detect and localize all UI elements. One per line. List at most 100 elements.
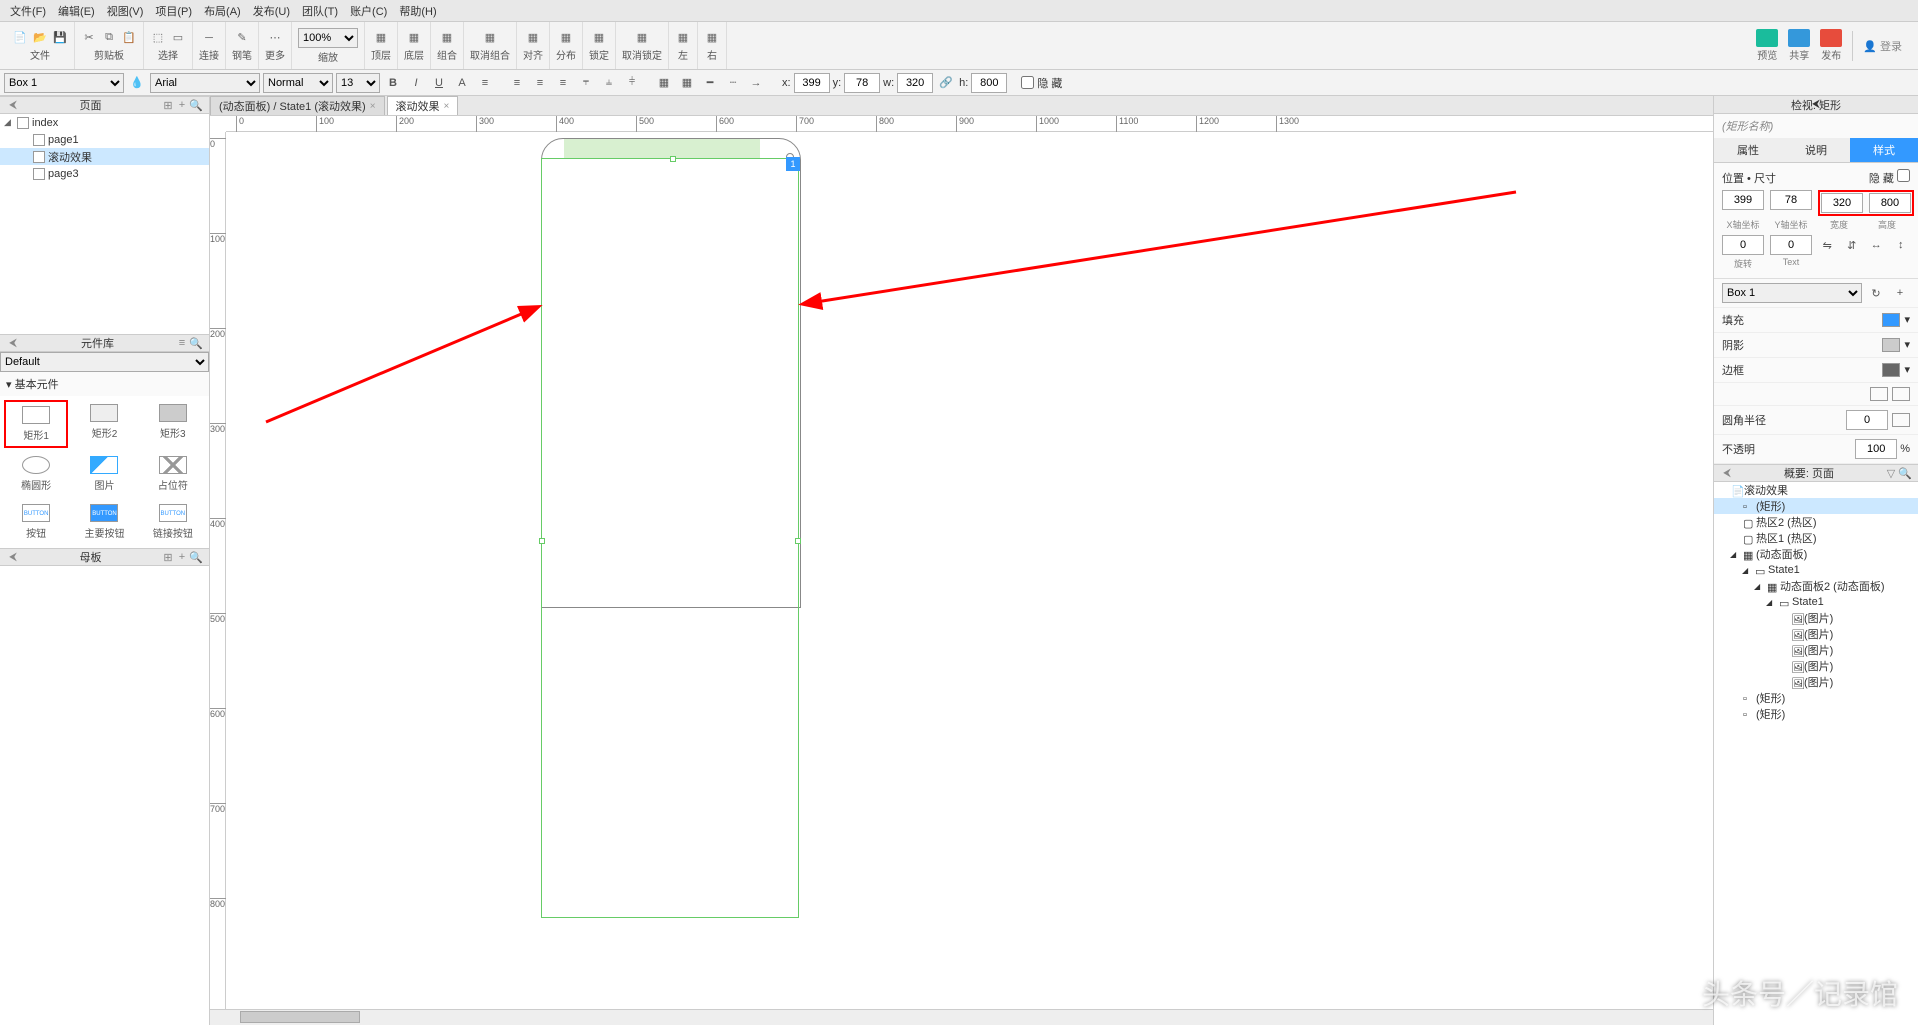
resize-handle-top[interactable] (670, 156, 676, 162)
tab-style[interactable]: 样式 (1850, 138, 1918, 162)
分布-icon[interactable]: ▦ (558, 30, 574, 46)
valign-top-button[interactable]: ⫧ (576, 73, 596, 93)
左-icon[interactable]: ▦ (675, 30, 691, 46)
outline-(矩形)[interactable]: ▫(矩形) (1714, 706, 1918, 722)
add-master-icon[interactable]: + (175, 550, 189, 564)
tb-对齐[interactable]: ▦对齐 (517, 22, 550, 69)
style-add-icon[interactable]: + (1890, 283, 1910, 303)
collapse-icon[interactable]: ⮜ (6, 336, 20, 350)
style-select-row[interactable]: Box 1 ↻ + (1714, 279, 1918, 308)
outline-动态面板2 (动态面板)[interactable]: ◢ ▦动态面板2 (动态面板) (1714, 578, 1918, 594)
font-size-select[interactable]: 13 (336, 73, 380, 93)
tb-pen[interactable]: ✎ 钢笔 (226, 22, 259, 69)
selected-rectangle[interactable]: 1 (541, 158, 799, 918)
menu-帮助(H)[interactable]: 帮助(H) (393, 1, 442, 21)
outline-(图片)[interactable]: 🖼(图片) (1714, 610, 1918, 626)
widget-category[interactable]: ▾ 基本元件 (0, 372, 209, 396)
connect-icon[interactable]: ─ (201, 30, 217, 46)
outline-State1[interactable]: ◢ ▭State1 (1714, 562, 1918, 578)
scrollbar-thumb[interactable] (240, 1011, 360, 1023)
tbright-预览[interactable]: 预览 (1756, 29, 1778, 62)
color-swatch[interactable] (1882, 338, 1900, 352)
outline-(矩形)[interactable]: ▫(矩形) (1714, 690, 1918, 706)
outline-(图片)[interactable]: 🖼(图片) (1714, 674, 1918, 690)
open-icon[interactable]: 📂 (32, 30, 48, 46)
page-index[interactable]: ◢index (0, 114, 209, 131)
h-input[interactable] (971, 73, 1007, 93)
x-input[interactable] (794, 73, 830, 93)
tb-左[interactable]: ▦左 (669, 22, 698, 69)
ctab-(动态面板) / State1 (滚动效果)[interactable]: (动态面板) / State1 (滚动效果)× (210, 96, 385, 115)
inner-shadow-icon[interactable] (1892, 387, 1910, 401)
组合-icon[interactable]: ▦ (439, 30, 455, 46)
tb-more[interactable]: ⋯ 更多 (259, 22, 292, 69)
tb-zoom[interactable]: 100% 缩放 (292, 22, 365, 69)
close-icon[interactable]: × (444, 101, 450, 112)
opacity-input[interactable] (1855, 439, 1897, 459)
chevron-down-icon[interactable]: ▾ (1904, 363, 1910, 377)
radius-input[interactable] (1846, 410, 1888, 430)
pages-tree[interactable]: ◢indexpage1滚动效果page3 (0, 114, 209, 334)
tab-notes[interactable]: 说明 (1782, 138, 1850, 162)
align-right-button[interactable]: ≡ (553, 73, 573, 93)
underline-button[interactable]: U (429, 73, 449, 93)
hide-checkbox[interactable] (1897, 169, 1910, 182)
select-icon[interactable]: ⬚ (150, 30, 166, 46)
tb-connect[interactable]: ─ 连接 (193, 22, 226, 69)
menu-项目(P)[interactable]: 项目(P) (149, 1, 198, 21)
autosize-w-icon[interactable]: ↔ (1867, 235, 1886, 255)
outline-热区1 (热区)[interactable]: ▢热区1 (热区) (1714, 530, 1918, 546)
italic-button[interactable]: I (406, 73, 426, 93)
add-page-icon[interactable]: + (175, 98, 189, 112)
menu-布局(A)[interactable]: 布局(A) (198, 1, 247, 21)
copy-icon[interactable]: ⧉ (101, 30, 117, 46)
eyedropper-icon[interactable]: 💧 (127, 73, 147, 93)
右-icon[interactable]: ▦ (704, 30, 720, 46)
chevron-down-icon[interactable]: ▾ (1904, 338, 1910, 352)
shape-name-field[interactable]: (矩形名称) (1714, 114, 1918, 138)
tb-clipboard[interactable]: ✂ ⧉ 📋 剪贴板 (75, 22, 144, 69)
arrow-button[interactable]: → (746, 73, 766, 93)
tb-顶层[interactable]: ▦顶层 (365, 22, 398, 69)
add-folder-icon[interactable]: ⊞ (161, 98, 175, 112)
tb-锁定[interactable]: ▦锁定 (583, 22, 616, 69)
color-swatch[interactable] (1882, 313, 1900, 327)
valign-mid-button[interactable]: ⫨ (599, 73, 619, 93)
insp-y-input[interactable] (1770, 190, 1812, 210)
zoom-select[interactable]: 100% (298, 28, 358, 48)
style-update-icon[interactable]: ↻ (1866, 283, 1886, 303)
menu-文件(F)[interactable]: 文件(F) (4, 1, 52, 21)
style-阴影[interactable]: 阴影▾ (1714, 333, 1918, 358)
page-page3[interactable]: page3 (0, 165, 209, 182)
fill-button[interactable]: ▦ (654, 73, 674, 93)
chevron-down-icon[interactable]: ▾ (1904, 313, 1910, 327)
align-center-button[interactable]: ≡ (530, 73, 550, 93)
outline-State1[interactable]: ◢ ▭State1 (1714, 594, 1918, 610)
outline-(矩形)[interactable]: ▫(矩形) (1714, 498, 1918, 514)
lock-aspect-icon[interactable]: 🔗 (936, 73, 956, 93)
new-icon[interactable]: 📄 (12, 30, 28, 46)
style-preset-select[interactable]: Box 1 (1722, 283, 1862, 303)
canvas-stage[interactable]: 1 (226, 132, 1713, 1009)
resize-handle-right[interactable] (795, 538, 801, 544)
ruler-horizontal[interactable]: 0100200300400500600700800900100011001200… (226, 116, 1713, 132)
autosize-h-icon[interactable]: ↕ (1892, 235, 1911, 255)
lib-menu-icon[interactable]: ≡ (175, 336, 189, 350)
widget-椭圆形[interactable]: 椭圆形 (4, 452, 68, 496)
select2-icon[interactable]: ▭ (170, 30, 186, 46)
resize-handle-left[interactable] (539, 538, 545, 544)
align-left-button[interactable]: ≡ (507, 73, 527, 93)
style-填充[interactable]: 填充▾ (1714, 308, 1918, 333)
tb-右[interactable]: ▦右 (698, 22, 727, 69)
取消组合-icon[interactable]: ▦ (482, 30, 498, 46)
outline-热区2 (热区)[interactable]: ▢热区2 (热区) (1714, 514, 1918, 530)
y-input[interactable] (844, 73, 880, 93)
tb-file[interactable]: 📄 📂 💾 文件 (6, 22, 75, 69)
insp-h-input[interactable] (1869, 193, 1911, 213)
font-select[interactable]: Arial (150, 73, 260, 93)
ctab-滚动效果[interactable]: 滚动效果× (387, 96, 459, 115)
menu-发布(U)[interactable]: 发布(U) (247, 1, 296, 21)
widget-主要按钮[interactable]: BUTTON主要按钮 (72, 500, 136, 544)
menu-编辑(E)[interactable]: 编辑(E) (52, 1, 101, 21)
tb-select[interactable]: ⬚▭ 选择 (144, 22, 193, 69)
